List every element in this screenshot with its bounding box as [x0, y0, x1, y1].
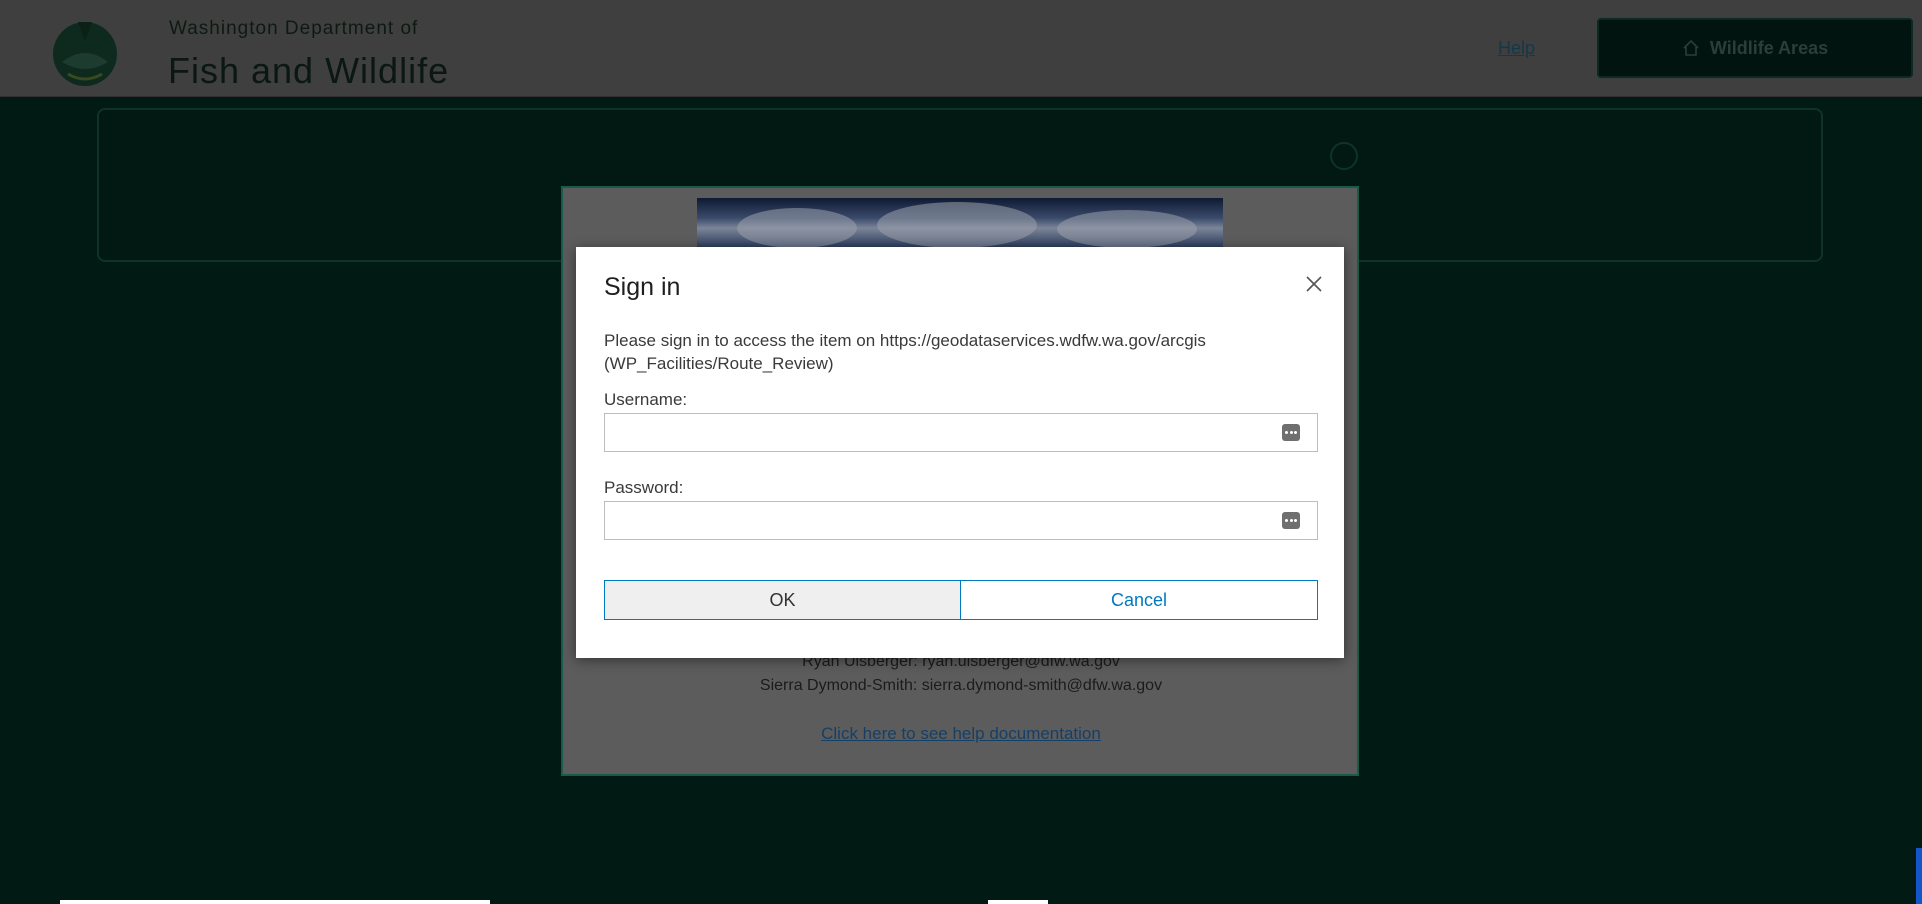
help-documentation-link[interactable]: Click here to see help documentation	[0, 724, 1922, 744]
sky-photo	[697, 198, 1223, 248]
bottom-edge-strip	[60, 900, 490, 904]
password-manager-icon[interactable]	[1282, 512, 1300, 529]
card-close-icon[interactable]	[1330, 142, 1358, 170]
home-icon	[1683, 39, 1699, 56]
password-manager-icon[interactable]	[1282, 424, 1300, 441]
department-name: Fish and Wildlife	[168, 50, 450, 91]
scrollbar-edge[interactable]	[1916, 848, 1922, 904]
password-field-wrapper	[604, 501, 1318, 540]
ok-button[interactable]: OK	[604, 580, 961, 620]
password-label: Password:	[604, 478, 684, 497]
wildlife-areas-button[interactable]: Wildlife Areas	[1597, 18, 1913, 78]
wdfw-logo	[53, 22, 117, 86]
help-link[interactable]: Help	[1498, 38, 1535, 59]
wildlife-areas-label: Wildlife Areas	[1709, 37, 1829, 58]
username-label: Username:	[604, 390, 688, 409]
site-header: Washington Department of Fish and Wildli…	[0, 0, 1922, 97]
dialog-message: Please sign in to access the item on htt…	[604, 331, 1206, 373]
bottom-edge-strip	[988, 900, 1048, 904]
close-icon[interactable]	[1302, 272, 1326, 296]
contact-sierra: Sierra Dymond-Smith: sierra.dymond-smith…	[759, 677, 1163, 694]
sign-in-dialog: Sign in Please sign in to access the ite…	[576, 247, 1344, 658]
department-subtitle: Washington Department of	[169, 18, 419, 39]
username-input[interactable]	[605, 414, 1317, 451]
password-input[interactable]	[605, 502, 1317, 539]
dialog-title: Sign in	[604, 273, 681, 301]
username-field-wrapper	[604, 413, 1318, 452]
cancel-button[interactable]: Cancel	[960, 580, 1318, 620]
